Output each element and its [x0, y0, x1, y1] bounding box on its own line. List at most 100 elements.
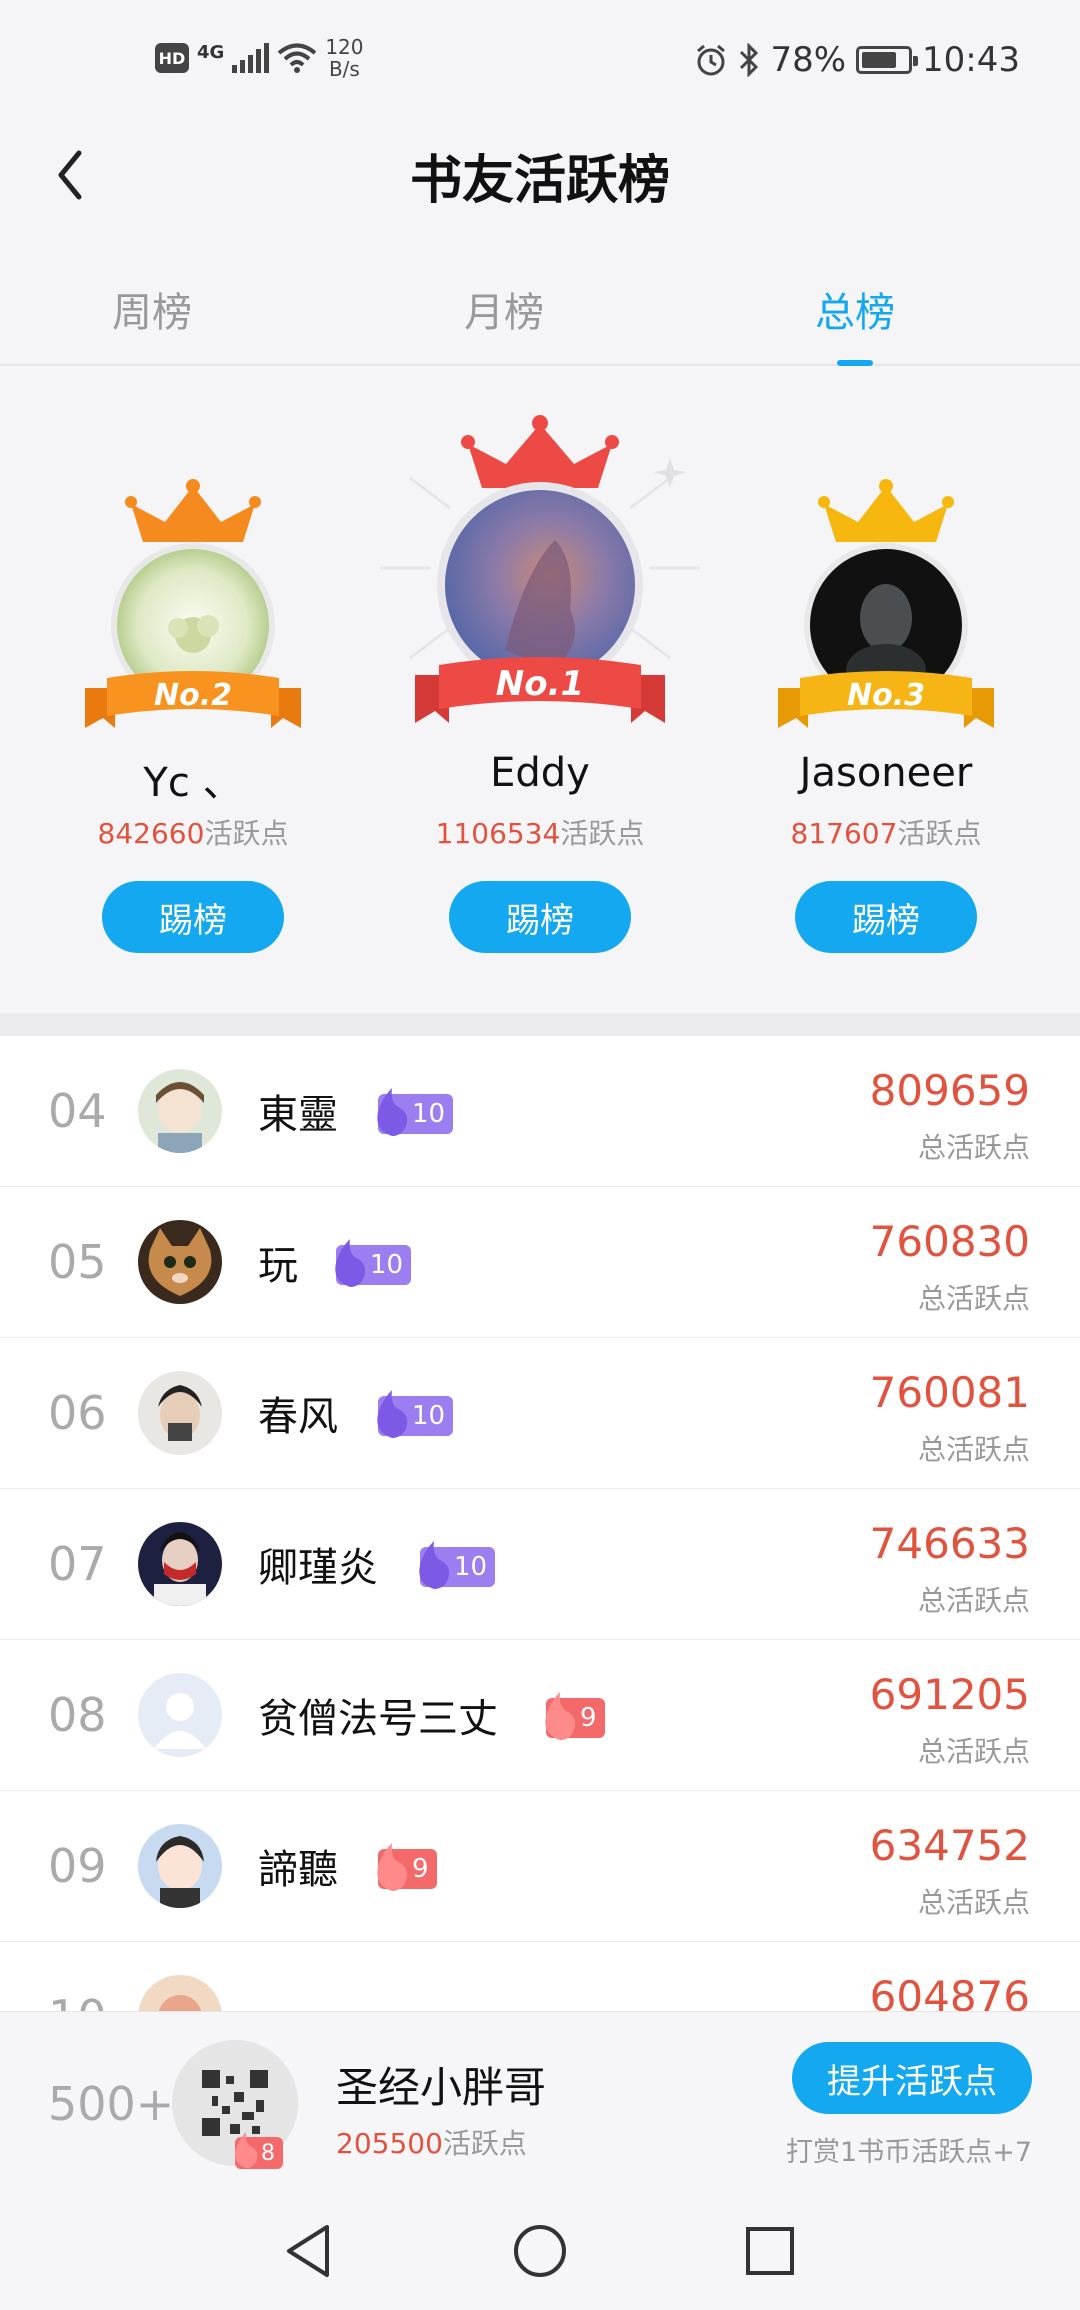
user-name: 諦聽 [258, 1847, 338, 1893]
list-item[interactable]: 08 贫僧法号三丈 9 691205 总活跃点 [0, 1640, 1080, 1791]
level-value: 10 [454, 1552, 488, 1582]
level-value: 9 [580, 1703, 597, 1733]
points-value: 1106534 [435, 817, 561, 850]
section-divider [0, 1013, 1080, 1036]
points-suffix: 活跃点 [560, 817, 645, 850]
kick-button[interactable]: 踢榜 [102, 881, 284, 953]
flame-icon [335, 1239, 366, 1287]
tab-weekly[interactable]: 周榜 [52, 280, 252, 338]
score-value: 746633 [869, 1519, 1030, 1568]
points-suffix: 活跃点 [204, 817, 289, 850]
score-label: 总活跃点 [917, 1584, 1030, 1617]
list-item[interactable]: 10 604876 [0, 1942, 1080, 2011]
crown-icon [125, 479, 261, 542]
avatar[interactable] [138, 1522, 222, 1606]
podium-points: 1106534活跃点 [390, 812, 690, 852]
rank-number: 06 [48, 1386, 107, 1440]
flame-icon [545, 1692, 576, 1740]
my-level-value: 8 [261, 2140, 275, 2166]
avatar[interactable] [138, 1069, 222, 1153]
score-label: 总活跃点 [917, 1131, 1030, 1164]
list-item[interactable]: 06 春风 10 760081 总活跃点 [0, 1338, 1080, 1489]
score-value: 604876 [869, 1972, 1030, 2011]
score-label: 总活跃点 [917, 1886, 1030, 1919]
my-points: 205500活跃点 [336, 2122, 527, 2162]
points-suffix: 活跃点 [897, 817, 982, 850]
tab-monthly[interactable]: 月榜 [404, 280, 604, 338]
list-item[interactable]: 05 玩 10 760830 总活跃点 [0, 1187, 1080, 1338]
ranking-list[interactable]: 04 東靈 10 809659 总活跃点 05 玩 10 760830 总活跃点… [0, 1036, 1080, 2011]
podium-name: Eddy [490, 750, 590, 796]
avatar[interactable] [138, 1371, 222, 1455]
podium-name: Yc 、 [143, 760, 243, 806]
podium-name: Jasoneer [799, 750, 973, 796]
avatar[interactable] [138, 1824, 222, 1908]
speed-value: 120 [325, 35, 364, 59]
rank-number: 05 [48, 1235, 107, 1289]
podium-points: 842660活跃点 [43, 812, 343, 852]
header: 书友活跃榜 [0, 120, 1080, 230]
rank-number: 09 [48, 1839, 107, 1893]
system-navigation-bar [0, 2191, 1080, 2310]
boost-tip: 打赏1书币活跃点+7 [786, 2137, 1032, 2168]
user-name: 卿瑾炎 [258, 1545, 378, 1591]
alarm-icon [697, 44, 726, 76]
user-name: 玩 [258, 1243, 298, 1289]
rank-badge-label: No.2 [154, 678, 232, 713]
my-ranking-bar: 500+ 8 圣经小胖哥 205500活跃点 提升活跃点 打赏1书币活跃点+7 [0, 2011, 1080, 2191]
default-avatar-icon[interactable] [138, 1673, 222, 1757]
kick-button[interactable]: 踢榜 [449, 881, 631, 953]
avatar[interactable] [138, 1220, 222, 1304]
level-badge: 9 [377, 1843, 437, 1891]
my-points-value: 205500 [336, 2127, 443, 2160]
rank-number: 07 [48, 1537, 107, 1591]
battery-percent: 78% [770, 40, 847, 80]
user-name: 東靈 [258, 1092, 338, 1138]
triangle-back-icon [287, 2225, 329, 2277]
nav-back-button[interactable] [278, 2221, 338, 2281]
nav-home-button[interactable] [510, 2221, 570, 2281]
crown-icon [818, 479, 954, 542]
list-item[interactable]: 04 東靈 10 809659 总活跃点 [0, 1036, 1080, 1187]
hd-icon: HD [155, 43, 189, 73]
score-value: 760830 [869, 1217, 1030, 1266]
avatar[interactable] [138, 1975, 222, 2011]
score-label: 总活跃点 [917, 1433, 1030, 1466]
nav-recents-button[interactable] [740, 2221, 800, 2281]
clock: 10:43 [922, 40, 1020, 80]
signal-icon [232, 43, 270, 73]
podium-points: 817607活跃点 [736, 812, 1036, 852]
my-level-badge: 8 [234, 2132, 283, 2169]
rank-number: 04 [48, 1084, 107, 1138]
score-label: 总活跃点 [917, 1282, 1030, 1315]
boost-activity-button[interactable]: 提升活跃点 [792, 2042, 1032, 2114]
level-value: 10 [370, 1250, 404, 1280]
network-type: 4G [197, 41, 225, 63]
rank-badge-label: No.3 [847, 678, 925, 713]
user-name: 春风 [258, 1394, 338, 1440]
tab-bar: 周榜 月榜 总榜 [0, 250, 1080, 366]
my-rank: 500+ [48, 2077, 175, 2131]
level-badge: 10 [335, 1239, 412, 1287]
user-name: 贫僧法号三丈 [258, 1696, 498, 1742]
flame-icon [377, 1088, 408, 1136]
square-recents-icon [746, 2227, 794, 2275]
kick-button[interactable]: 踢榜 [795, 881, 977, 953]
level-value: 9 [412, 1854, 429, 1884]
rank-number: 08 [48, 1688, 107, 1742]
score-value: 760081 [869, 1368, 1030, 1417]
top-three-podium: No.2 Yc 、 842660活跃点 踢榜 No.1 Eddy 1106534… [0, 368, 1080, 1013]
my-name: 圣经小胖哥 [336, 2063, 547, 2112]
list-item[interactable]: 09 諦聽 9 634752 总活跃点 [0, 1791, 1080, 1942]
podium-card-rank-1: No.1 Eddy 1106534活跃点 踢榜 [380, 368, 700, 968]
podium-card-rank-3: No.3 Jasoneer 817607活跃点 踢榜 [736, 368, 1036, 968]
flame-icon [419, 1541, 450, 1589]
wifi-icon [278, 43, 317, 73]
level-badge: 10 [377, 1088, 454, 1136]
page-title: 书友活跃榜 [409, 151, 670, 211]
tab-total[interactable]: 总榜 [755, 280, 955, 338]
battery-icon [856, 46, 919, 74]
score-value: 634752 [869, 1821, 1030, 1870]
points-value: 842660 [97, 817, 205, 850]
list-item[interactable]: 07 卿瑾炎 10 746633 总活跃点 [0, 1489, 1080, 1640]
